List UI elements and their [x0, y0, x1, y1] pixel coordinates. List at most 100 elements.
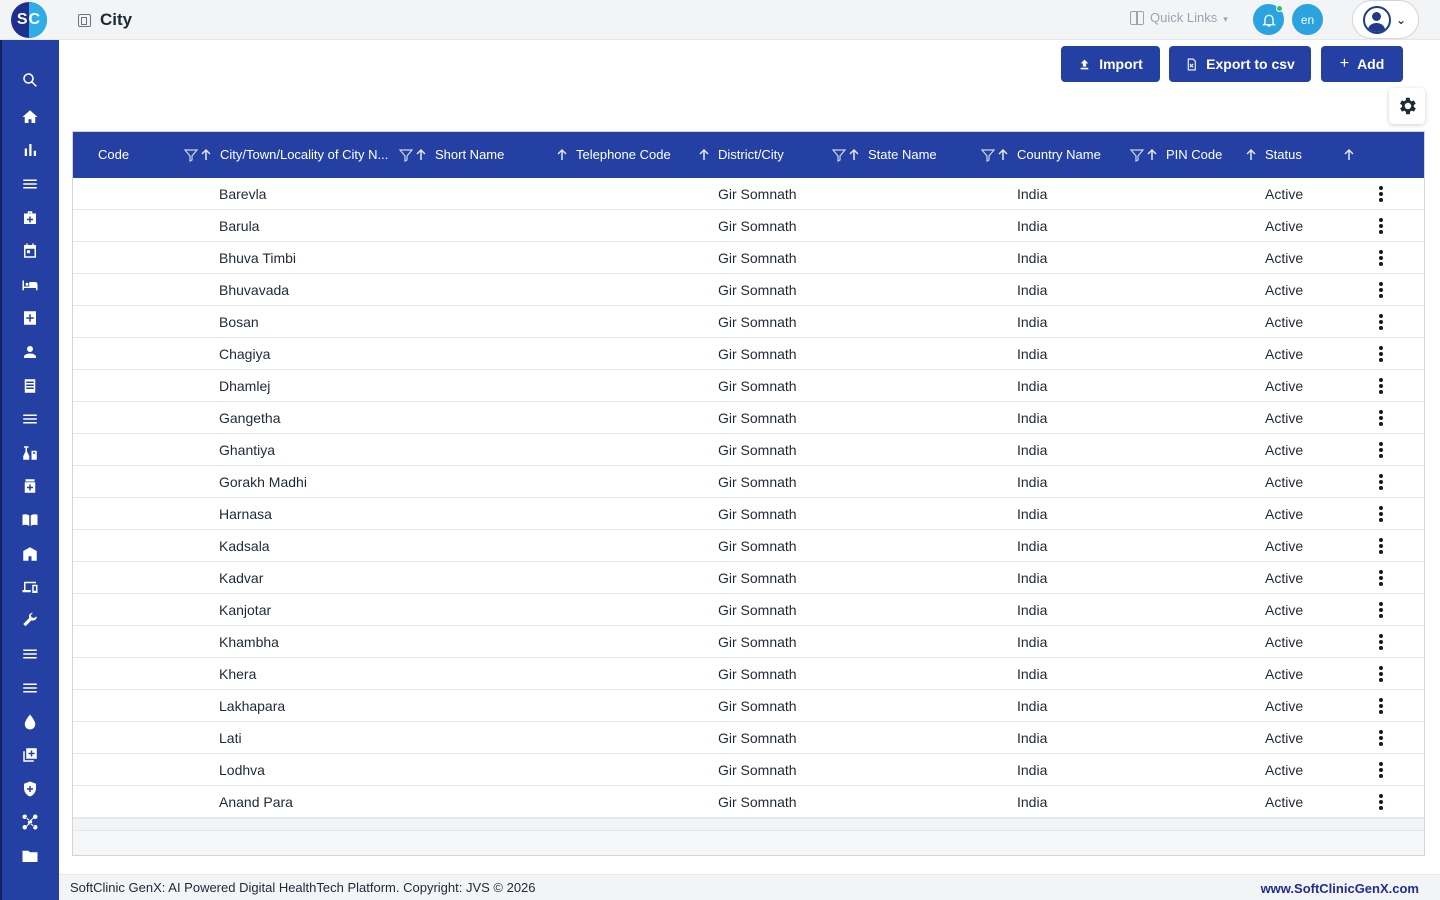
table-row[interactable]: Gangetha Gir Somnath India Active: [73, 402, 1424, 434]
row-actions-icon[interactable]: [1373, 664, 1389, 684]
row-actions-icon[interactable]: [1373, 696, 1389, 716]
column-header-code[interactable]: Code: [98, 132, 129, 178]
quick-links-dropdown[interactable]: Quick Links ▾: [1130, 10, 1228, 25]
row-actions-icon[interactable]: [1373, 184, 1389, 204]
export-csv-button[interactable]: Export to csv: [1169, 46, 1311, 82]
receipt-icon[interactable]: [18, 374, 42, 398]
filter-icon[interactable]: [398, 147, 414, 163]
add-box-icon[interactable]: [18, 743, 42, 767]
person-icon[interactable]: [18, 340, 42, 364]
row-actions-icon[interactable]: [1373, 440, 1389, 460]
row-actions-icon[interactable]: [1373, 312, 1389, 332]
row-actions-icon[interactable]: [1373, 504, 1389, 524]
filter-icon[interactable]: [980, 147, 996, 163]
sort-arrow-icon[interactable]: [1144, 147, 1160, 163]
row-actions-icon[interactable]: [1373, 376, 1389, 396]
table-row[interactable]: Harnasa Gir Somnath India Active: [73, 498, 1424, 530]
column-header-telephone-code[interactable]: Telephone Code: [576, 132, 671, 178]
column-header-short-name[interactable]: Short Name: [435, 132, 504, 178]
row-actions-icon[interactable]: [1373, 344, 1389, 364]
language-button[interactable]: en: [1292, 4, 1323, 35]
row-actions-icon[interactable]: [1373, 216, 1389, 236]
grid-settings-button[interactable]: [1389, 88, 1425, 124]
table-row[interactable]: Dhamlej Gir Somnath India Active: [73, 370, 1424, 402]
row-actions-icon[interactable]: [1373, 408, 1389, 428]
menu-icon[interactable]: [18, 172, 42, 196]
row-actions-icon[interactable]: [1373, 600, 1389, 620]
filter-icon[interactable]: [831, 147, 847, 163]
list-icon[interactable]: [18, 642, 42, 666]
column-header-city[interactable]: City/Town/Locality of City N...: [220, 132, 395, 178]
sort-arrow-icon[interactable]: [1341, 147, 1357, 163]
column-header-district[interactable]: District/City: [718, 132, 784, 178]
horizontal-scrollbar[interactable]: [73, 818, 1424, 830]
lab-icon[interactable]: [18, 441, 42, 465]
sort-arrow-icon[interactable]: [198, 147, 214, 163]
row-actions-icon[interactable]: [1373, 632, 1389, 652]
sort-arrow-icon[interactable]: [554, 147, 570, 163]
medical-bag-icon[interactable]: [18, 206, 42, 230]
sort-arrow-icon[interactable]: [1243, 147, 1259, 163]
row-actions-icon[interactable]: [1373, 280, 1389, 300]
cell-status: Active: [1265, 442, 1304, 458]
bar-chart-icon[interactable]: [18, 138, 42, 162]
search-icon[interactable]: [18, 68, 42, 92]
website-link[interactable]: www.SoftClinicGenX.com: [1261, 881, 1419, 896]
sort-arrow-icon[interactable]: [413, 147, 429, 163]
wrench-icon[interactable]: [18, 609, 42, 633]
pharmacy-icon[interactable]: [18, 474, 42, 498]
sort-arrow-icon[interactable]: [995, 147, 1011, 163]
row-actions-icon[interactable]: [1373, 760, 1389, 780]
home-icon[interactable]: [18, 105, 42, 129]
table-row[interactable]: Khera Gir Somnath India Active: [73, 658, 1424, 690]
add-label: Add: [1357, 56, 1385, 72]
user-menu-button[interactable]: ⌄: [1352, 0, 1419, 39]
table-row[interactable]: Khambha Gir Somnath India Active: [73, 626, 1424, 658]
folder-icon[interactable]: [18, 844, 42, 868]
list-icon[interactable]: [18, 407, 42, 431]
table-row[interactable]: Lodhva Gir Somnath India Active: [73, 754, 1424, 786]
shield-icon[interactable]: [18, 777, 42, 801]
table-row[interactable]: Kadvar Gir Somnath India Active: [73, 562, 1424, 594]
medical-plus-icon[interactable]: [18, 306, 42, 330]
filter-icon[interactable]: [183, 147, 199, 163]
cell-city: Lati: [219, 730, 242, 746]
row-actions-icon[interactable]: [1373, 248, 1389, 268]
table-row[interactable]: Chagiya Gir Somnath India Active: [73, 338, 1424, 370]
row-actions-icon[interactable]: [1373, 728, 1389, 748]
hub-icon[interactable]: [18, 810, 42, 834]
bed-icon[interactable]: [18, 273, 42, 297]
table-row[interactable]: Barula Gir Somnath India Active: [73, 210, 1424, 242]
app-logo[interactable]: SC: [11, 2, 47, 38]
column-header-country-name[interactable]: Country Name: [1017, 132, 1101, 178]
sort-arrow-icon[interactable]: [696, 147, 712, 163]
table-row[interactable]: Bhuvavada Gir Somnath India Active: [73, 274, 1424, 306]
table-row[interactable]: Barevla Gir Somnath India Active: [73, 178, 1424, 210]
column-header-state-name[interactable]: State Name: [868, 132, 937, 178]
table-row[interactable]: Bhuva Timbi Gir Somnath India Active: [73, 242, 1424, 274]
table-row[interactable]: Kadsala Gir Somnath India Active: [73, 530, 1424, 562]
store-icon[interactable]: [18, 542, 42, 566]
row-actions-icon[interactable]: [1373, 792, 1389, 812]
filter-icon[interactable]: [1129, 147, 1145, 163]
table-row[interactable]: Lati Gir Somnath India Active: [73, 722, 1424, 754]
table-row[interactable]: Ghantiya Gir Somnath India Active: [73, 434, 1424, 466]
row-actions-icon[interactable]: [1373, 568, 1389, 588]
devices-icon[interactable]: [18, 575, 42, 599]
blood-drop-icon[interactable]: [18, 710, 42, 734]
row-actions-icon[interactable]: [1373, 536, 1389, 556]
calendar-icon[interactable]: [18, 239, 42, 263]
row-actions-icon[interactable]: [1373, 472, 1389, 492]
column-header-status[interactable]: Status: [1265, 132, 1302, 178]
list-icon[interactable]: [18, 676, 42, 700]
table-row[interactable]: Bosan Gir Somnath India Active: [73, 306, 1424, 338]
import-button[interactable]: Import: [1061, 46, 1160, 82]
add-button[interactable]: + Add: [1321, 46, 1403, 82]
table-row[interactable]: Gorakh Madhi Gir Somnath India Active: [73, 466, 1424, 498]
table-row[interactable]: Kanjotar Gir Somnath India Active: [73, 594, 1424, 626]
column-header-pin-code[interactable]: PIN Code: [1166, 132, 1222, 178]
table-row[interactable]: Anand Para Gir Somnath India Active: [73, 786, 1424, 818]
book-icon[interactable]: [18, 508, 42, 532]
sort-arrow-icon[interactable]: [846, 147, 862, 163]
table-row[interactable]: Lakhapara Gir Somnath India Active: [73, 690, 1424, 722]
